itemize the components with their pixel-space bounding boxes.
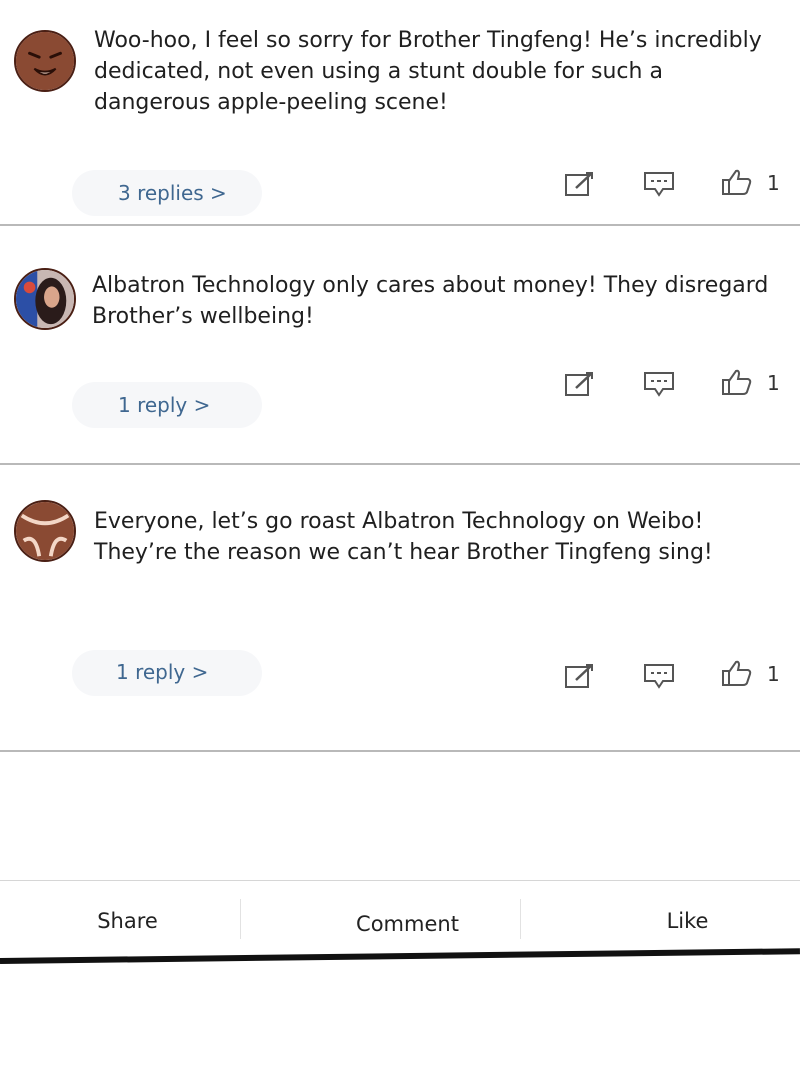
crying-face-icon [16, 32, 74, 90]
comment-text: Albatron Technology only cares about mon… [92, 273, 769, 329]
comment-icon[interactable] [643, 370, 675, 398]
share-button[interactable]: Share [40, 881, 215, 961]
toolbar-separator [240, 899, 241, 939]
replies-link[interactable]: 1 reply > [118, 393, 210, 417]
avatar[interactable] [14, 30, 76, 92]
toolbar-separator [520, 899, 521, 939]
thumbs-up-icon[interactable] [721, 659, 753, 687]
user-photo-icon [16, 270, 74, 328]
replies-link[interactable]: 3 replies > [118, 181, 227, 205]
thumbs-up-icon[interactable] [721, 368, 753, 396]
angry-face-icon [16, 502, 74, 560]
comment-icon[interactable] [643, 662, 675, 690]
divider [0, 750, 800, 752]
divider [0, 224, 800, 226]
avatar[interactable] [14, 500, 76, 562]
like-count: 1 [767, 171, 780, 195]
comment-text: Woo-hoo, I feel so sorry for Brother Tin… [94, 28, 762, 115]
comment-text: Everyone, let’s go roast Albatron Techno… [94, 509, 713, 565]
like-count: 1 [767, 371, 780, 395]
thumbs-up-icon[interactable] [721, 168, 753, 196]
avatar[interactable] [14, 268, 76, 330]
comment-icon[interactable] [643, 170, 675, 198]
divider [0, 463, 800, 465]
edit-icon[interactable] [564, 370, 596, 398]
replies-link[interactable]: 1 reply > [116, 660, 208, 684]
edit-icon[interactable] [564, 170, 596, 198]
like-count: 1 [767, 662, 780, 686]
edit-icon[interactable] [564, 662, 596, 690]
